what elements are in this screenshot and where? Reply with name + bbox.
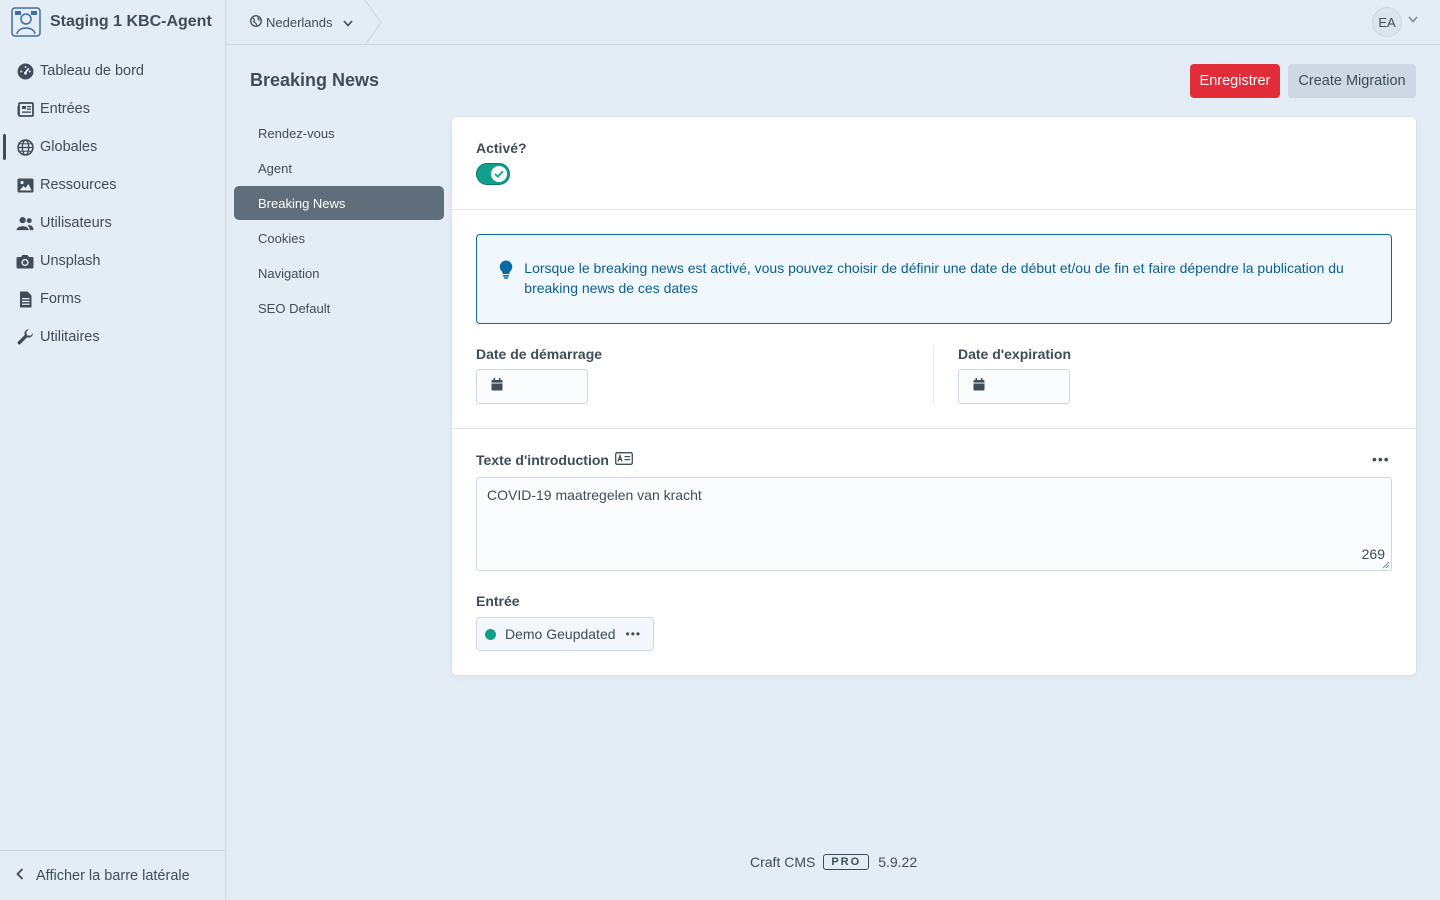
start-date-label: Date de démarrage [476,346,603,362]
field-actions-icon[interactable]: ••• [1372,451,1390,467]
sidebar: Staging 1 KBC-Agent Tableau de bord Entr… [0,0,226,900]
toggle-sidebar-label: Afficher la barre latérale [36,867,190,884]
sidebar-item-label: Globales [40,139,98,155]
chevron-down-icon[interactable] [1408,16,1418,23]
wrench-icon [16,328,34,346]
site-logo-icon [11,7,41,37]
end-date-input[interactable] [958,369,1070,404]
tip-text: Lorsque le breaking news est activé, vou… [524,260,1344,296]
app-footer: Craft CMS PRO 5.9.22 [750,854,917,870]
globals-nav-item[interactable]: SEO Default [234,291,444,325]
column-separator [933,347,934,403]
sidebar-item-assets[interactable]: Ressources [0,166,225,204]
entry-label: Entrée [476,593,520,609]
resize-handle-icon[interactable] [1382,561,1390,569]
check-icon [491,166,507,182]
lightbulb-icon [499,258,514,323]
edition-badge: PRO [823,854,870,870]
sidebar-item-label: Forms [40,291,82,307]
entry-actions-icon[interactable]: ••• [626,627,642,641]
calendar-icon [973,377,985,396]
end-date-label: Date d'expiration [958,346,1072,362]
globe-icon [250,14,262,30]
globals-nav-item-selected[interactable]: Breaking News [234,186,444,220]
status-live-icon [485,628,496,640]
intro-text-value: COVID-19 maatregelen van kracht [487,487,702,503]
entry-chip[interactable]: Demo Geupdated ••• [476,617,654,651]
sidebar-item-label: Tableau de bord [40,63,144,79]
site-switcher-label: Nederlands [266,14,333,30]
sidebar-item-utilities[interactable]: Utilitaires [0,318,225,356]
divider [452,209,1416,210]
site-switcher[interactable]: Nederlands [226,0,381,44]
create-migration-button[interactable]: Create Migration [1288,64,1416,98]
save-button[interactable]: Enregistrer [1190,64,1280,98]
chevron-down-icon [342,15,353,30]
toggle-sidebar-button[interactable]: Afficher la barre latérale [0,850,225,900]
sidebar-item-entries[interactable]: Entrées [0,90,225,128]
globals-nav-item[interactable]: Cookies [234,221,444,255]
sidebar-item-label: Utilitaires [40,329,100,345]
globe-icon [16,138,34,156]
globals-nav: Rendez-vous Agent Breaking News Cookies … [234,116,444,326]
main-nav: Tableau de bord Entrées Globales Ressour… [0,52,225,356]
intro-label: Texte d'introduction [476,452,609,468]
entry-chip-title: Demo Geupdated [505,626,616,642]
tip-box: Lorsque le breaking news est activé, vou… [476,234,1392,324]
globals-nav-item[interactable]: Agent [234,151,444,185]
gauge-icon [16,62,34,80]
enabled-label: Activé? [476,140,527,156]
version-number: 5.9.22 [878,854,918,870]
sidebar-item-label: Ressources [40,177,117,193]
sidebar-item-users[interactable]: Utilisateurs [0,204,225,242]
page-title: Breaking News [250,70,380,90]
breadcrumb-separator [364,0,382,45]
chevron-left-icon [16,867,24,884]
document-icon [16,290,34,308]
sidebar-item-globals[interactable]: Globales [0,128,225,166]
sidebar-item-forms[interactable]: Forms [0,280,225,318]
product-name: Craft CMS [750,854,816,870]
users-icon [16,214,34,232]
newspaper-icon [16,100,34,118]
intro-text-input[interactable]: COVID-19 maatregelen van kracht 269 [476,477,1392,571]
translatable-icon [615,452,633,468]
sidebar-item-unsplash[interactable]: Unsplash [0,242,225,280]
sidebar-item-label: Unsplash [40,253,101,269]
start-date-input[interactable] [476,369,588,404]
brand[interactable]: Staging 1 KBC-Agent [0,0,225,44]
sidebar-item-label: Entrées [40,101,90,117]
user-avatar[interactable]: EA [1372,7,1402,37]
sidebar-item-dashboard[interactable]: Tableau de bord [0,52,225,90]
site-name: Staging 1 KBC-Agent [50,13,212,30]
divider [452,428,1416,429]
avatar-initials: EA [1378,14,1396,30]
enabled-toggle[interactable] [476,163,510,185]
globals-nav-item[interactable]: Navigation [234,256,444,290]
calendar-icon [491,377,503,396]
globals-nav-item[interactable]: Rendez-vous [234,116,444,150]
top-bar: Nederlands EA [226,0,1440,45]
char-count: 269 [1361,546,1385,562]
sidebar-item-label: Utilisateurs [40,215,112,231]
global-set-form: Activé? Lorsque le breaking news est act… [452,117,1416,675]
image-icon [16,176,34,194]
intro-label-row: Texte d'introduction [476,452,633,468]
camera-icon [16,252,34,270]
